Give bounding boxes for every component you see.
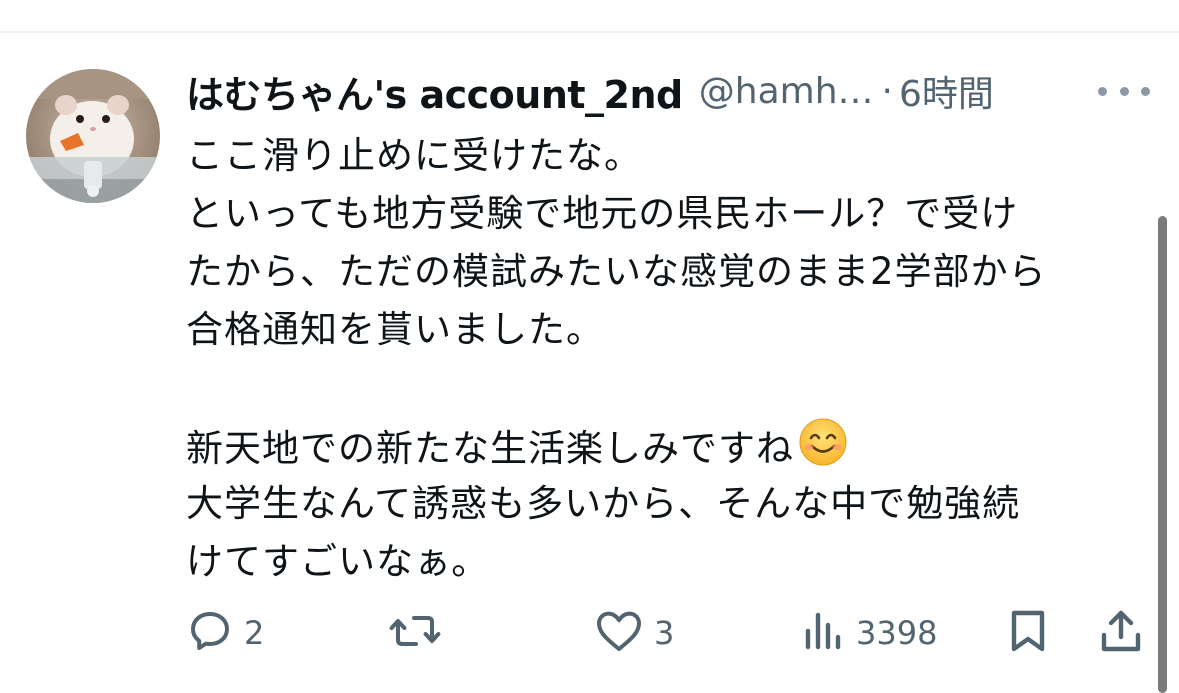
tweet-header: はむちゃん's account_2nd @hamh… · 6時間 — [186, 65, 1146, 117]
like-button[interactable]: 3 — [594, 607, 674, 659]
tweet-line-with-emoji: 新天地での新たな生活楽しみですね — [186, 417, 1146, 475]
tweet-text: ここ滑り止めに受けたな。 といっても地方受験で地元の県民ホール？で受け たから、… — [186, 127, 1146, 591]
more-options-icon[interactable] — [1098, 71, 1150, 111]
views-button[interactable]: 3398 — [800, 607, 937, 659]
share-icon — [1098, 607, 1144, 659]
timestamp[interactable]: 6時間 — [899, 65, 994, 117]
share-button[interactable] — [1098, 607, 1144, 659]
smiling-face-emoji — [798, 417, 848, 484]
views-icon — [800, 607, 846, 659]
tweet-line: たから、ただの模試みたいな感覚のまま2学部から — [186, 250, 1047, 293]
bookmark-button[interactable] — [1006, 607, 1050, 659]
reply-count: 2 — [244, 614, 265, 652]
tweet-line: 大学生なんて誘惑も多いから、そんな中で勉強続 — [186, 482, 1021, 525]
tweet-line: ここ滑り止めに受けたな。 — [186, 134, 642, 177]
reply-icon — [186, 607, 234, 659]
tweet-line: けてすごいなぁ。 — [186, 540, 490, 583]
scrollbar[interactable] — [1158, 216, 1167, 693]
tweet-line: といっても地方受験で地元の県民ホール？で受け — [186, 192, 1019, 235]
display-name[interactable]: はむちゃん's account_2nd — [186, 64, 683, 119]
tweet-line: 合格通知を貰いました。 — [186, 308, 604, 351]
tweet-line: 新天地での新たな生活楽しみですね — [186, 427, 794, 470]
avatar[interactable] — [26, 69, 160, 203]
tweet[interactable]: はむちゃん's account_2nd @hamh… · 6時間 ここ滑り止めに… — [0, 33, 1179, 693]
heart-icon — [594, 607, 644, 659]
action-bar: 2 3 3398 — [0, 607, 1179, 659]
views-count: 3398 — [856, 614, 938, 652]
like-count: 3 — [654, 614, 675, 652]
retweet-button[interactable] — [388, 607, 452, 659]
separator-dot: · — [881, 70, 893, 112]
bookmark-icon — [1006, 607, 1050, 659]
user-handle[interactable]: @hamh… — [699, 71, 874, 112]
reply-button[interactable]: 2 — [186, 607, 264, 659]
retweet-icon — [388, 607, 442, 659]
